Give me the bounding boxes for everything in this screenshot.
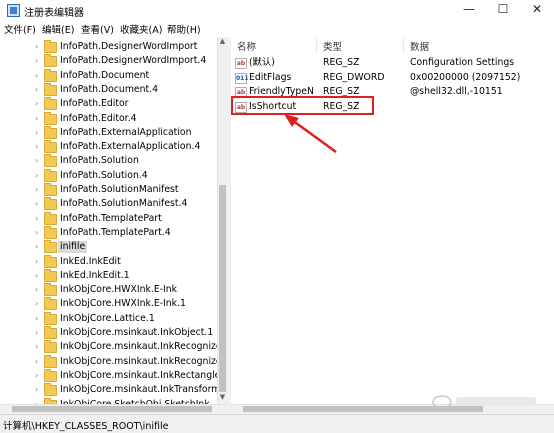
annotation-arrow-head (284, 114, 299, 127)
watermark-logo (432, 395, 536, 409)
status-bar: 计算机\HKEY_CLASSES_ROOT\inifile (0, 414, 554, 433)
annotation-arrow-line (291, 118, 337, 154)
annotation-arrow (284, 114, 337, 154)
registry-path: 计算机\HKEY_CLASSES_ROOT\inifile (3, 421, 169, 432)
